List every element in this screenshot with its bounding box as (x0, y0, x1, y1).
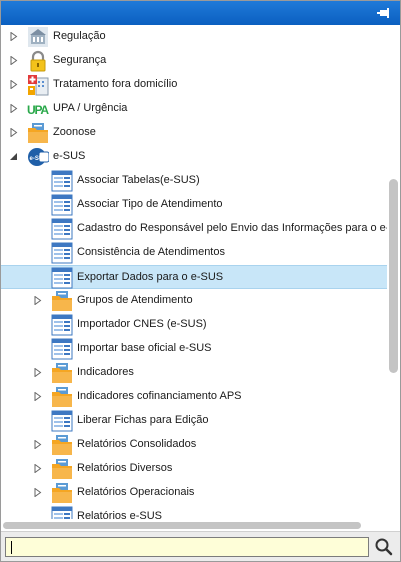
tree-item-label: Indicadores (77, 366, 134, 378)
tree-item[interactable]: Segurança (1, 49, 387, 73)
padlock-icon (27, 50, 49, 72)
folder-icon (27, 122, 49, 144)
tree-item-label: e-SUS (53, 150, 86, 162)
expand-arrow-icon[interactable] (33, 463, 42, 474)
tree-item-label: Associar Tipo de Atendimento (77, 198, 223, 210)
tree-item[interactable]: Regulação (1, 25, 387, 49)
esus-logo-icon: e-SUS (27, 146, 50, 168)
expand-arrow-icon[interactable] (33, 439, 42, 450)
tree-item[interactable]: Importar base oficial e-SUS (1, 337, 387, 361)
tree-item[interactable]: Importador CNES (e-SUS) (1, 313, 387, 337)
search-icon[interactable] (372, 536, 396, 558)
tree-item-label: Exportar Dados para o e-SUS (77, 271, 224, 283)
tree-item-label: Relatórios e-SUS (77, 510, 162, 519)
tree-item[interactable]: Liberar Fichas para Edição (1, 409, 387, 433)
tree-item[interactable]: Relatórios Consolidados (1, 433, 387, 457)
form-icon (51, 194, 73, 216)
form-icon (51, 506, 73, 519)
expand-arrow-icon[interactable] (9, 31, 18, 42)
vertical-scroll-thumb[interactable] (389, 179, 398, 373)
tree-item[interactable]: Grupos de Atendimento (1, 289, 387, 313)
vertical-scrollbar[interactable] (387, 25, 400, 519)
hospital-icon (27, 74, 49, 96)
svg-text:e-SUS: e-SUS (30, 156, 48, 162)
horizontal-scrollbar[interactable] (1, 519, 387, 531)
form-icon (51, 242, 73, 264)
tree-item-label: Relatórios Consolidados (77, 438, 197, 450)
collapse-arrow-icon[interactable] (9, 152, 18, 161)
expand-arrow-icon[interactable] (9, 127, 18, 138)
folder-icon (51, 290, 73, 312)
tree-item-label: Indicadores cofinanciamento APS (77, 390, 242, 402)
tree-item-label: Regulação (53, 30, 106, 42)
search-input[interactable] (5, 537, 369, 557)
folder-icon (51, 482, 73, 504)
tree-item[interactable]: Relatórios Diversos (1, 457, 387, 481)
folder-icon (51, 458, 73, 480)
tree-item[interactable]: UPA UPA / Urgência (1, 97, 387, 121)
tree-item-label: Grupos de Atendimento (77, 294, 193, 306)
tree-item-label: Liberar Fichas para Edição (77, 414, 209, 426)
form-icon (51, 410, 73, 432)
pin-icon[interactable] (377, 6, 391, 20)
tree-item[interactable]: Associar Tipo de Atendimento (1, 193, 387, 217)
expand-arrow-icon[interactable] (33, 391, 42, 402)
folder-icon (51, 434, 73, 456)
tree-item-label: Associar Tabelas(e-SUS) (77, 174, 200, 186)
tree-item[interactable]: e-SUS e-SUS (1, 145, 387, 169)
form-icon (51, 314, 73, 336)
upa-logo-icon: UPA (27, 98, 49, 120)
expand-arrow-icon[interactable] (9, 103, 18, 114)
building-icon (27, 26, 49, 48)
tree-item[interactable]: Indicadores (1, 361, 387, 385)
tree-item-label: Zoonose (53, 126, 96, 138)
tree-item-label: Segurança (53, 54, 107, 66)
tree-item-label: Importar base oficial e-SUS (77, 342, 212, 354)
tree-item[interactable]: Associar Tabelas(e-SUS) (1, 169, 387, 193)
expand-arrow-icon[interactable] (9, 55, 18, 66)
tree-item[interactable]: Exportar Dados para o e-SUS (1, 265, 387, 289)
tree-item-label: Relatórios Operacionais (77, 486, 195, 498)
tree-item-label: Consistência de Atendimentos (77, 246, 225, 258)
tree-item[interactable]: Consistência de Atendimentos (1, 241, 387, 265)
panel-titlebar (1, 1, 400, 25)
tree-item[interactable]: Tratamento fora domicílio (1, 73, 387, 97)
form-icon (51, 170, 73, 192)
tree-item[interactable]: Indicadores cofinanciamento APS (1, 385, 387, 409)
tree-item[interactable]: Relatórios Operacionais (1, 481, 387, 505)
tree-item-label: UPA / Urgência (53, 102, 128, 114)
tree-item-label: Relatórios Diversos (77, 462, 173, 474)
tree-item-label: Cadastro do Responsável pelo Envio das I… (77, 222, 387, 234)
tree-item[interactable]: Relatórios e-SUS (1, 505, 387, 519)
form-icon (51, 267, 73, 289)
folder-icon (51, 362, 73, 384)
expand-arrow-icon[interactable] (33, 487, 42, 498)
tree-item[interactable]: Cadastro do Responsável pelo Envio das I… (1, 217, 387, 241)
form-icon (51, 218, 73, 240)
expand-arrow-icon[interactable] (33, 295, 42, 306)
expand-arrow-icon[interactable] (9, 79, 18, 90)
folder-icon (51, 386, 73, 408)
form-icon (51, 338, 73, 360)
svg-text:UPA: UPA (27, 103, 49, 117)
tree-item-label: Importador CNES (e-SUS) (77, 318, 207, 330)
search-bar (1, 531, 400, 561)
text-caret (11, 541, 12, 554)
tree-item[interactable]: Zoonose (1, 121, 387, 145)
horizontal-scroll-thumb[interactable] (3, 522, 361, 529)
menu-tree: Regulação Segurança Tratamento fora domicí… (1, 25, 387, 519)
tree-item-label: Tratamento fora domicílio (53, 78, 178, 90)
expand-arrow-icon[interactable] (33, 367, 42, 378)
menu-panel: Regulação Segurança Tratamento fora domicí… (0, 0, 401, 562)
